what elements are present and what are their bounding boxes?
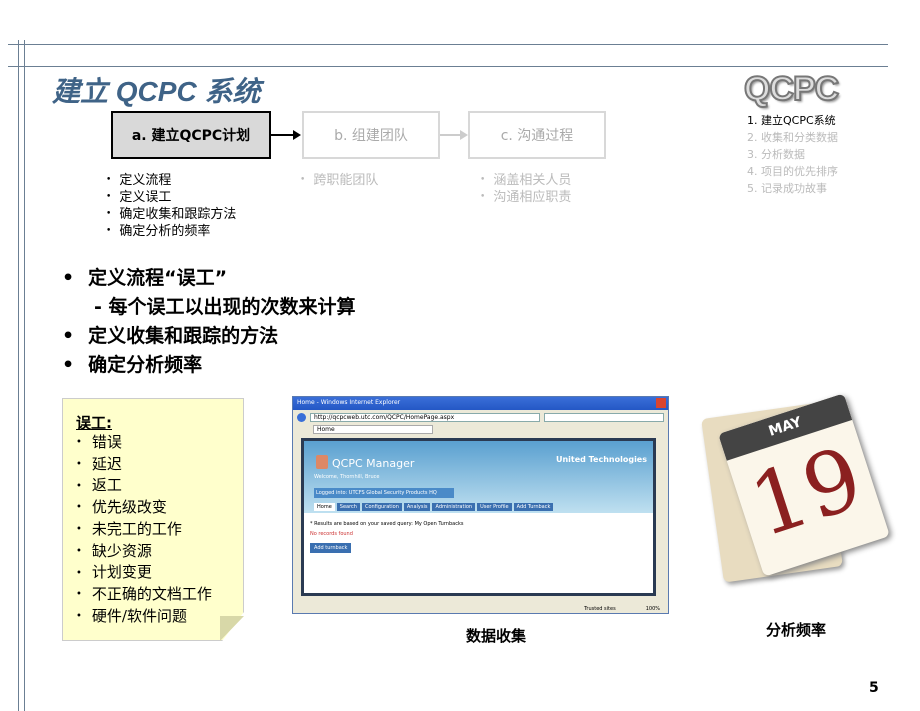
arrow-icon [440,134,462,136]
arrow-icon [460,130,468,140]
bullet: 确定分析频率 [62,351,356,380]
query-name: My Open Turnbacks [414,521,464,527]
nav-item: 5. 记录成功故事 [747,182,827,195]
decor-line [8,44,888,45]
list-item: 未完工的工作 [76,519,212,541]
qcpc-logo: QCPC [743,69,840,109]
list-item: 优先级改变 [76,497,212,519]
tab-administration[interactable]: Administration [432,503,476,511]
main-bullets: 定义流程“误工” - 每个误工以出现的次数来计算 定义收集和跟踪的方法 确定分析… [62,264,356,380]
bullet: 定义收集和跟踪的方法 [62,322,356,351]
tab-analysis[interactable]: Analysis [403,503,431,511]
brand: United Technologies [555,455,647,464]
tab-user-profile[interactable]: User Profile [477,503,512,511]
list-item: 硬件/软件问题 [76,606,212,628]
tab-configuration[interactable]: Configuration [361,503,402,511]
list-item: 确定收集和跟踪方法 [106,206,236,223]
list-item: 沟通相应职责 [480,189,571,206]
app-name: QCPC Manager [332,457,415,470]
step-a-bullets: 定义流程 定义误工 确定收集和跟踪方法 确定分析的频率 [106,172,236,240]
welcome-text: Welcome, Thornhill, Bruce [314,474,380,480]
caption-calendar: 分析频率 [766,621,827,639]
nav-item: 1. 建立QCPC系统 [747,114,836,127]
page-number: 5 [869,680,879,696]
list-item: 计划变更 [76,562,212,584]
sub-bullet: - 每个误工以出现的次数来计算 [94,296,356,318]
slide-title: 建立 QCPC 系统 [52,76,261,107]
process-nav: 1. 建立QCPC系统 2. 收集和分类数据 3. 分析数据 4. 项目的优先排… [747,112,838,197]
decor-line [24,40,25,711]
list-item: 定义误工 [106,189,236,206]
app-icon [316,455,328,469]
list-item: 延迟 [76,454,212,476]
results-note: * Results are based on your saved query: [310,521,413,527]
close-icon [656,398,666,408]
app-screenshot: Home - Windows Internet Explorer http://… [292,396,669,614]
browser-tab: Home [313,425,433,434]
step-b-bullets: 跨职能团队 [300,172,378,189]
logged-in: Logged into: UTCFS Global Security Produ… [314,488,454,498]
list-item: 错误 [76,432,212,454]
list-item: 定义流程 [106,172,236,189]
list-item: 不正确的文档工作 [76,584,212,606]
note-list: 错误 延迟 返工 优先级改变 未完工的工作 缺少资源 计划变更 不正确的文档工作… [76,432,212,627]
search-box [544,412,664,422]
arrow-icon [293,130,301,140]
step-b: b. 组建团队 [302,111,440,159]
tab-search[interactable]: Search [336,503,360,511]
list-item: 确定分析的频率 [106,223,236,240]
back-icon [297,412,306,422]
step-c: c. 沟通过程 [468,111,606,159]
nav-item: 2. 收集和分类数据 [747,131,838,144]
status-zone: Trusted sites [584,606,616,612]
step-a: a. 建立QCPC计划 [111,111,271,159]
zoom-level: 100% [645,606,660,612]
bullet: 定义流程“误工” [62,264,356,293]
list-item: 缺少资源 [76,541,212,563]
list-item: 跨职能团队 [300,172,378,189]
no-records: No records found [310,531,353,537]
list-item: 返工 [76,475,212,497]
page-content: QCPC Manager United Technologies Welcome… [301,438,656,596]
caption-screenshot: 数据收集 [466,627,527,645]
add-turnback-button[interactable]: Add turnback [310,543,352,553]
nav-item: 3. 分析数据 [747,148,805,161]
decor-line [8,66,888,67]
decor-line [18,40,19,711]
nav-item: 4. 项目的优先排序 [747,165,838,178]
tab-add-turnback[interactable]: Add Turnback [513,503,554,511]
step-c-bullets: 涵盖相关人员 沟通相应职责 [480,172,571,206]
window-titlebar: Home - Windows Internet Explorer [293,397,668,410]
list-item: 涵盖相关人员 [480,172,571,189]
address-bar: http://qcpcweb.utc.com/QCPC/HomePage.asp… [310,412,540,422]
note-title: 误工: [76,414,112,432]
tab-home[interactable]: Home [314,503,335,511]
window-title: Home - Windows Internet Explorer [297,399,401,406]
